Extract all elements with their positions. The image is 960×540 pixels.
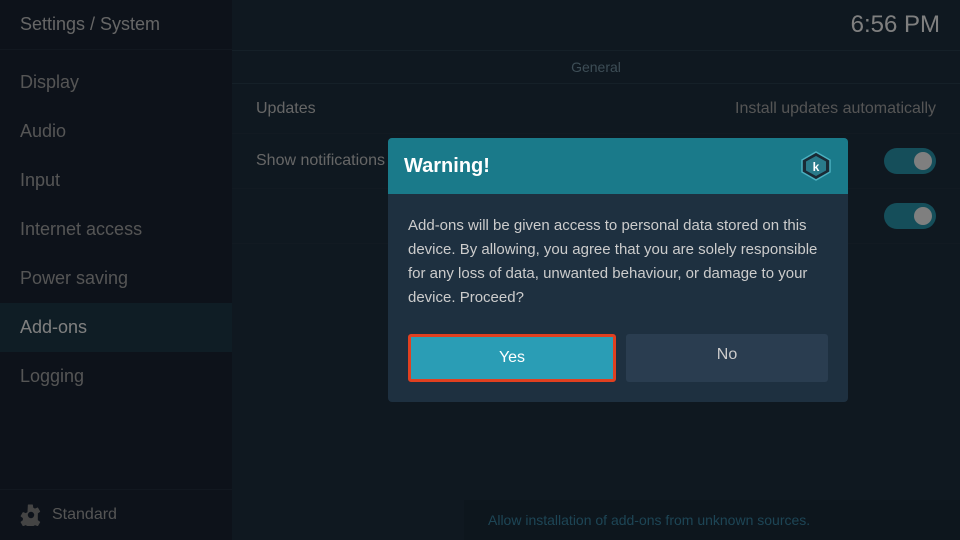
svg-text:k: k xyxy=(813,160,820,174)
dialog-body: Add-ons will be given access to personal… xyxy=(388,194,848,334)
kodi-logo-icon: k xyxy=(800,150,832,182)
yes-button[interactable]: Yes xyxy=(408,334,616,382)
dialog-header: Warning! k xyxy=(388,138,848,194)
dialog-message: Add-ons will be given access to personal… xyxy=(408,214,828,310)
no-button[interactable]: No xyxy=(626,334,828,382)
warning-dialog: Warning! k Add-ons will be given access … xyxy=(388,138,848,402)
dialog-buttons: Yes No xyxy=(388,334,848,402)
dialog-title: Warning! xyxy=(404,155,490,178)
